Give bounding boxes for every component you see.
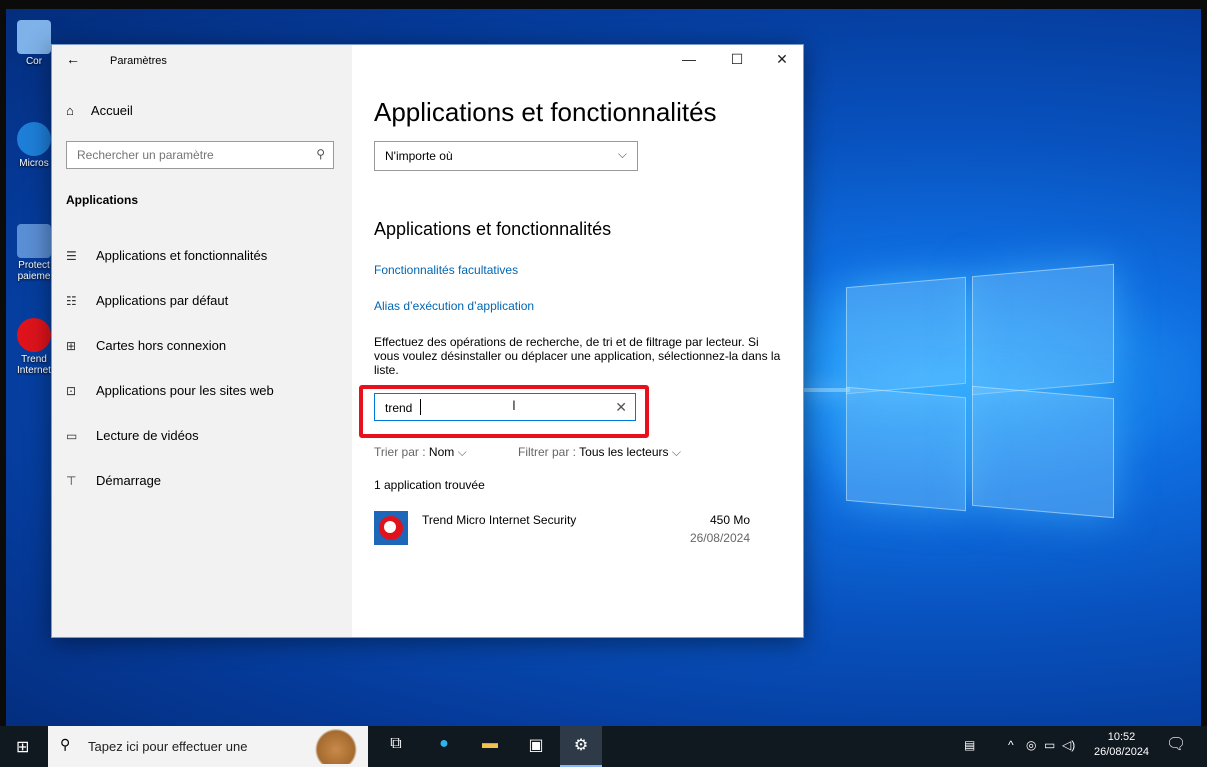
clear-icon[interactable]: ✕ (615, 399, 627, 416)
clock[interactable]: 10:52 26/08/2024 (1094, 730, 1149, 760)
search-highlight-doodle-icon (310, 728, 362, 764)
nav-item-offline-maps[interactable]: ⊞ Cartes hors connexion (66, 338, 226, 353)
window-title: Paramètres (110, 55, 167, 67)
settings-taskbar-button[interactable]: ⚙ (560, 726, 602, 767)
chevron-up-icon[interactable]: ^ (1008, 738, 1014, 752)
section-title: Applications et fonctionnalités (374, 219, 612, 239)
app-list-item[interactable]: Trend Micro Internet Security 450 Mo 26/… (374, 511, 772, 551)
filter-value: trend (385, 401, 413, 415)
nav-item-default-apps[interactable]: ☷ Applications par défaut (66, 293, 228, 308)
page-title: Applications et fonctionnalités (374, 97, 717, 127)
search-icon: ⚲ (316, 147, 325, 161)
app-filter-input[interactable]: trend I ✕ (374, 393, 636, 421)
windows-logo-pane (972, 263, 1114, 396)
desktop: Cor Micros Protect paieme Trend Internet… (0, 0, 1207, 726)
taskbar-search-placeholder: Tapez ici pour effectuer une (88, 739, 248, 754)
windows-logo-pane (846, 276, 966, 395)
app-name: Trend Micro Internet Security (422, 513, 577, 527)
windows-logo-pane (972, 385, 1114, 519)
edge-icon (17, 122, 51, 156)
file-explorer-icon[interactable]: ▬ (478, 735, 502, 753)
ibeam-cursor-icon: I (512, 397, 516, 413)
app-size: 450 Mo (709, 513, 750, 527)
light-beam (800, 388, 850, 392)
volume-icon[interactable]: ◁) (1062, 738, 1075, 752)
chevron-down-icon: ⌵ (617, 147, 627, 161)
back-arrow-icon[interactable]: ← (66, 51, 80, 67)
map-icon: ⊞ (66, 338, 77, 353)
nav-home[interactable]: ⌂ Accueil (66, 103, 133, 118)
security-icon[interactable]: ◎ (1026, 738, 1036, 752)
taskbar-search[interactable]: ⚲ Tapez ici pour effectuer une (48, 726, 368, 767)
taskbar: ⊞ ⚲ Tapez ici pour effectuer une ⧉ ● ▬ ▣… (0, 726, 1207, 767)
trend-micro-icon (374, 511, 408, 545)
search-icon: ⚲ (60, 736, 71, 752)
home-icon: ⌂ (66, 103, 74, 118)
nav-item-apps-features[interactable]: ☰ Applications et fonctionnalités (66, 248, 267, 263)
settings-nav: ← Paramètres ⌂ Accueil ⚲ Applications ☰ … (52, 45, 352, 637)
nav-item-web-apps[interactable]: ⊡ Applications pour les sites web (66, 383, 274, 398)
nav-item-startup[interactable]: ⊤ Démarrage (66, 473, 161, 488)
description-text: Effectuez des opérations de recherche, d… (374, 335, 781, 377)
trend-micro-icon (17, 318, 51, 352)
chevron-down-icon: ⌵ (457, 445, 467, 459)
start-button-windows-icon[interactable]: ⊞ (16, 737, 29, 757)
gear-icon: ⚙ (573, 737, 589, 754)
startup-icon: ⊤ (66, 473, 77, 488)
filter-drive-control[interactable]: Filtrer par : Tous les lecteurs ⌵ (518, 445, 681, 460)
recycle-bin-icon (17, 20, 51, 54)
store-icon[interactable]: ▣ (524, 735, 548, 755)
right-black-bar (1201, 0, 1207, 767)
windows-logo-pane (846, 386, 966, 512)
minimize-button[interactable]: — (677, 51, 701, 67)
notification-center-icon[interactable]: 🗨 (1166, 734, 1186, 754)
protect-icon (17, 224, 51, 258)
settings-main: — ☐ ✕ Applications et fonctionnalités N'… (352, 45, 803, 637)
news-widget-icon[interactable]: ▤ (964, 738, 975, 752)
network-icon[interactable]: ▭ (1044, 738, 1055, 752)
result-count: 1 application trouvée (374, 478, 485, 492)
chevron-down-icon: ⌵ (671, 445, 681, 459)
default-apps-icon: ☷ (66, 293, 77, 308)
nav-section-title: Applications (66, 193, 139, 207)
app-execution-alias-link[interactable]: Alias d’exécution d’application (374, 299, 534, 313)
left-black-bar (0, 0, 6, 767)
settings-search[interactable]: ⚲ (66, 141, 334, 169)
sort-control[interactable]: Trier par : Nom ⌵ (374, 445, 467, 460)
settings-search-input[interactable] (67, 142, 307, 168)
nav-item-video[interactable]: ▭ Lecture de vidéos (66, 428, 199, 443)
edge-browser-icon[interactable]: ● (432, 735, 456, 753)
settings-window: ← Paramètres ⌂ Accueil ⚲ Applications ☰ … (51, 44, 804, 638)
task-view-icon[interactable]: ⧉ (384, 735, 408, 753)
location-dropdown[interactable]: N'importe où ⌵ (374, 141, 638, 171)
web-apps-icon: ⊡ (66, 383, 77, 398)
app-date: 26/08/2024 (689, 531, 750, 545)
close-button[interactable]: ✕ (770, 51, 794, 68)
top-black-bar (0, 0, 1207, 9)
video-icon: ▭ (66, 428, 78, 443)
maximize-button[interactable]: ☐ (725, 51, 749, 68)
text-caret (420, 399, 421, 415)
optional-features-link[interactable]: Fonctionnalités facultatives (374, 263, 518, 277)
list-icon: ☰ (66, 248, 77, 263)
